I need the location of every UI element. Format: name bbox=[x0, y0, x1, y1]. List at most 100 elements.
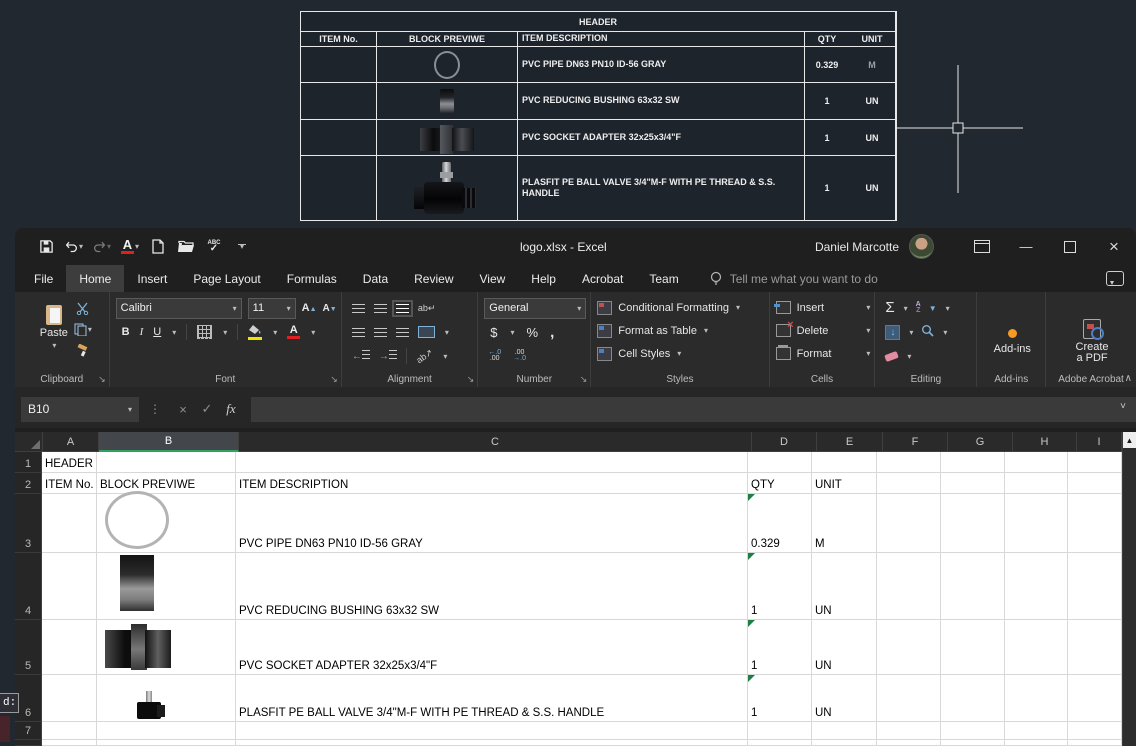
cell-H1[interactable] bbox=[1005, 452, 1068, 473]
cell-C8[interactable] bbox=[236, 740, 748, 746]
borders-icon[interactable] bbox=[197, 325, 212, 339]
cell-B4[interactable] bbox=[97, 553, 236, 620]
top-align-icon[interactable] bbox=[352, 304, 365, 313]
cell-A3[interactable] bbox=[42, 494, 97, 553]
cell-B2[interactable]: BLOCK PREVIWE bbox=[97, 473, 236, 494]
cell-G6[interactable] bbox=[941, 675, 1005, 722]
cell-A6[interactable] bbox=[42, 675, 97, 722]
cell-G4[interactable] bbox=[941, 553, 1005, 620]
decrease-decimal-icon[interactable]: .00→.0 bbox=[513, 350, 526, 362]
cell-D6[interactable]: 1 bbox=[748, 675, 812, 722]
tab-acrobat[interactable]: Acrobat bbox=[569, 265, 636, 292]
find-select-icon[interactable] bbox=[921, 324, 934, 340]
wrap-text-icon[interactable]: ab↵ bbox=[418, 303, 436, 314]
cell-F8[interactable] bbox=[877, 740, 941, 746]
cell-G3[interactable] bbox=[941, 494, 1005, 553]
format-painter-icon[interactable] bbox=[74, 341, 92, 359]
tab-formulas[interactable]: Formulas bbox=[274, 265, 350, 292]
cell-C3[interactable]: PVC PIPE DN63 PN10 ID-56 GRAY bbox=[236, 494, 748, 553]
cell-G2[interactable] bbox=[941, 473, 1005, 494]
cell-I5[interactable] bbox=[1068, 620, 1122, 675]
tab-review[interactable]: Review bbox=[401, 265, 466, 292]
addins-button[interactable]: Add-ins bbox=[988, 327, 1037, 357]
cell-G7[interactable] bbox=[941, 722, 1005, 740]
cell-F4[interactable] bbox=[877, 553, 941, 620]
user-avatar[interactable] bbox=[909, 234, 934, 259]
cell-B3[interactable] bbox=[97, 494, 236, 553]
cell-H2[interactable] bbox=[1005, 473, 1068, 494]
cell-H8[interactable] bbox=[1005, 740, 1068, 746]
row-header-4[interactable]: 4 bbox=[15, 553, 42, 620]
new-document-icon[interactable] bbox=[149, 238, 167, 256]
cell-D1[interactable] bbox=[748, 452, 812, 473]
formula-input[interactable] bbox=[251, 397, 1136, 422]
col-header-C[interactable]: C bbox=[239, 432, 752, 452]
cell-E6[interactable]: UN bbox=[812, 675, 877, 722]
align-center-icon[interactable] bbox=[374, 328, 387, 337]
expand-formula-bar-icon[interactable]: ˅ bbox=[1120, 401, 1126, 412]
cell-B7[interactable] bbox=[97, 722, 236, 740]
increase-indent-icon[interactable]: → bbox=[379, 350, 397, 362]
col-header-G[interactable]: G bbox=[948, 432, 1013, 452]
cell-E1[interactable] bbox=[812, 452, 877, 473]
ribbon-display-options-button[interactable] bbox=[960, 228, 1004, 265]
scroll-up-icon[interactable]: ▲ bbox=[1123, 432, 1136, 448]
cell-A7[interactable] bbox=[42, 722, 97, 740]
comma-style-icon[interactable]: , bbox=[550, 324, 554, 341]
format-as-table-button[interactable]: Format as Table bbox=[618, 325, 697, 337]
cell-B6[interactable] bbox=[97, 675, 236, 722]
cell-H4[interactable] bbox=[1005, 553, 1068, 620]
cell-B5[interactable] bbox=[97, 620, 236, 675]
col-header-B[interactable]: B bbox=[99, 432, 239, 452]
col-header-F[interactable]: F bbox=[883, 432, 948, 452]
cell-I3[interactable] bbox=[1068, 494, 1122, 553]
create-pdf-button[interactable]: Create a PDF bbox=[1070, 317, 1115, 366]
comment-icon[interactable] bbox=[1106, 271, 1124, 286]
open-folder-icon[interactable] bbox=[177, 238, 195, 256]
formula-bar-splitter[interactable]: ⋮ bbox=[149, 402, 161, 416]
cell-A5[interactable] bbox=[42, 620, 97, 675]
number-format-combobox[interactable]: General▾ bbox=[484, 298, 586, 319]
cell-E2[interactable]: UNIT bbox=[812, 473, 877, 494]
number-dialog-launcher-icon[interactable]: ↘ bbox=[580, 374, 588, 385]
copy-icon[interactable]: ▾ bbox=[74, 320, 92, 338]
cell-C6[interactable]: PLASFIT PE BALL VALVE 3/4"M-F WITH PE TH… bbox=[236, 675, 748, 722]
bottom-align-icon[interactable] bbox=[396, 304, 409, 313]
cell-F6[interactable] bbox=[877, 675, 941, 722]
close-button[interactable]: × bbox=[1092, 228, 1136, 265]
cell-C7[interactable] bbox=[236, 722, 748, 740]
font-dialog-launcher-icon[interactable]: ↘ bbox=[330, 374, 338, 385]
cell-E7[interactable] bbox=[812, 722, 877, 740]
row-header-2[interactable]: 2 bbox=[15, 473, 42, 494]
save-icon[interactable] bbox=[37, 238, 55, 256]
minimize-button[interactable]: — bbox=[1004, 228, 1048, 265]
middle-align-icon[interactable] bbox=[374, 304, 387, 313]
cell-C1[interactable] bbox=[236, 452, 748, 473]
cell-C2[interactable]: ITEM DESCRIPTION bbox=[236, 473, 748, 494]
decrease-indent-icon[interactable]: ← bbox=[352, 350, 370, 362]
col-header-D[interactable]: D bbox=[752, 432, 817, 452]
tab-insert[interactable]: Insert bbox=[124, 265, 180, 292]
italic-icon[interactable]: I bbox=[140, 326, 144, 338]
cancel-entry-icon[interactable]: × bbox=[171, 402, 195, 417]
tab-page-layout[interactable]: Page Layout bbox=[180, 265, 273, 292]
row-header-5[interactable]: 5 bbox=[15, 620, 42, 675]
cell-D2[interactable]: QTY bbox=[748, 473, 812, 494]
alignment-dialog-launcher-icon[interactable]: ↘ bbox=[467, 374, 475, 385]
tab-team[interactable]: Team bbox=[636, 265, 691, 292]
cell-B8[interactable] bbox=[97, 740, 236, 746]
cell-D8[interactable] bbox=[748, 740, 812, 746]
row-header-6[interactable]: 6 bbox=[15, 675, 42, 722]
merge-center-icon[interactable] bbox=[418, 326, 435, 338]
tab-help[interactable]: Help bbox=[518, 265, 569, 292]
col-header-H[interactable]: H bbox=[1013, 432, 1077, 452]
select-all-corner[interactable] bbox=[15, 432, 43, 452]
underline-icon[interactable]: U bbox=[153, 326, 161, 338]
cell-C5[interactable]: PVC SOCKET ADAPTER 32x25x3/4"F bbox=[236, 620, 748, 675]
cell-G5[interactable] bbox=[941, 620, 1005, 675]
cell-F7[interactable] bbox=[877, 722, 941, 740]
accounting-format-icon[interactable]: $ bbox=[490, 325, 497, 340]
bold-icon[interactable]: B bbox=[122, 326, 130, 338]
undo-icon[interactable]: ▾ bbox=[65, 238, 83, 256]
cell-G8[interactable] bbox=[941, 740, 1005, 746]
